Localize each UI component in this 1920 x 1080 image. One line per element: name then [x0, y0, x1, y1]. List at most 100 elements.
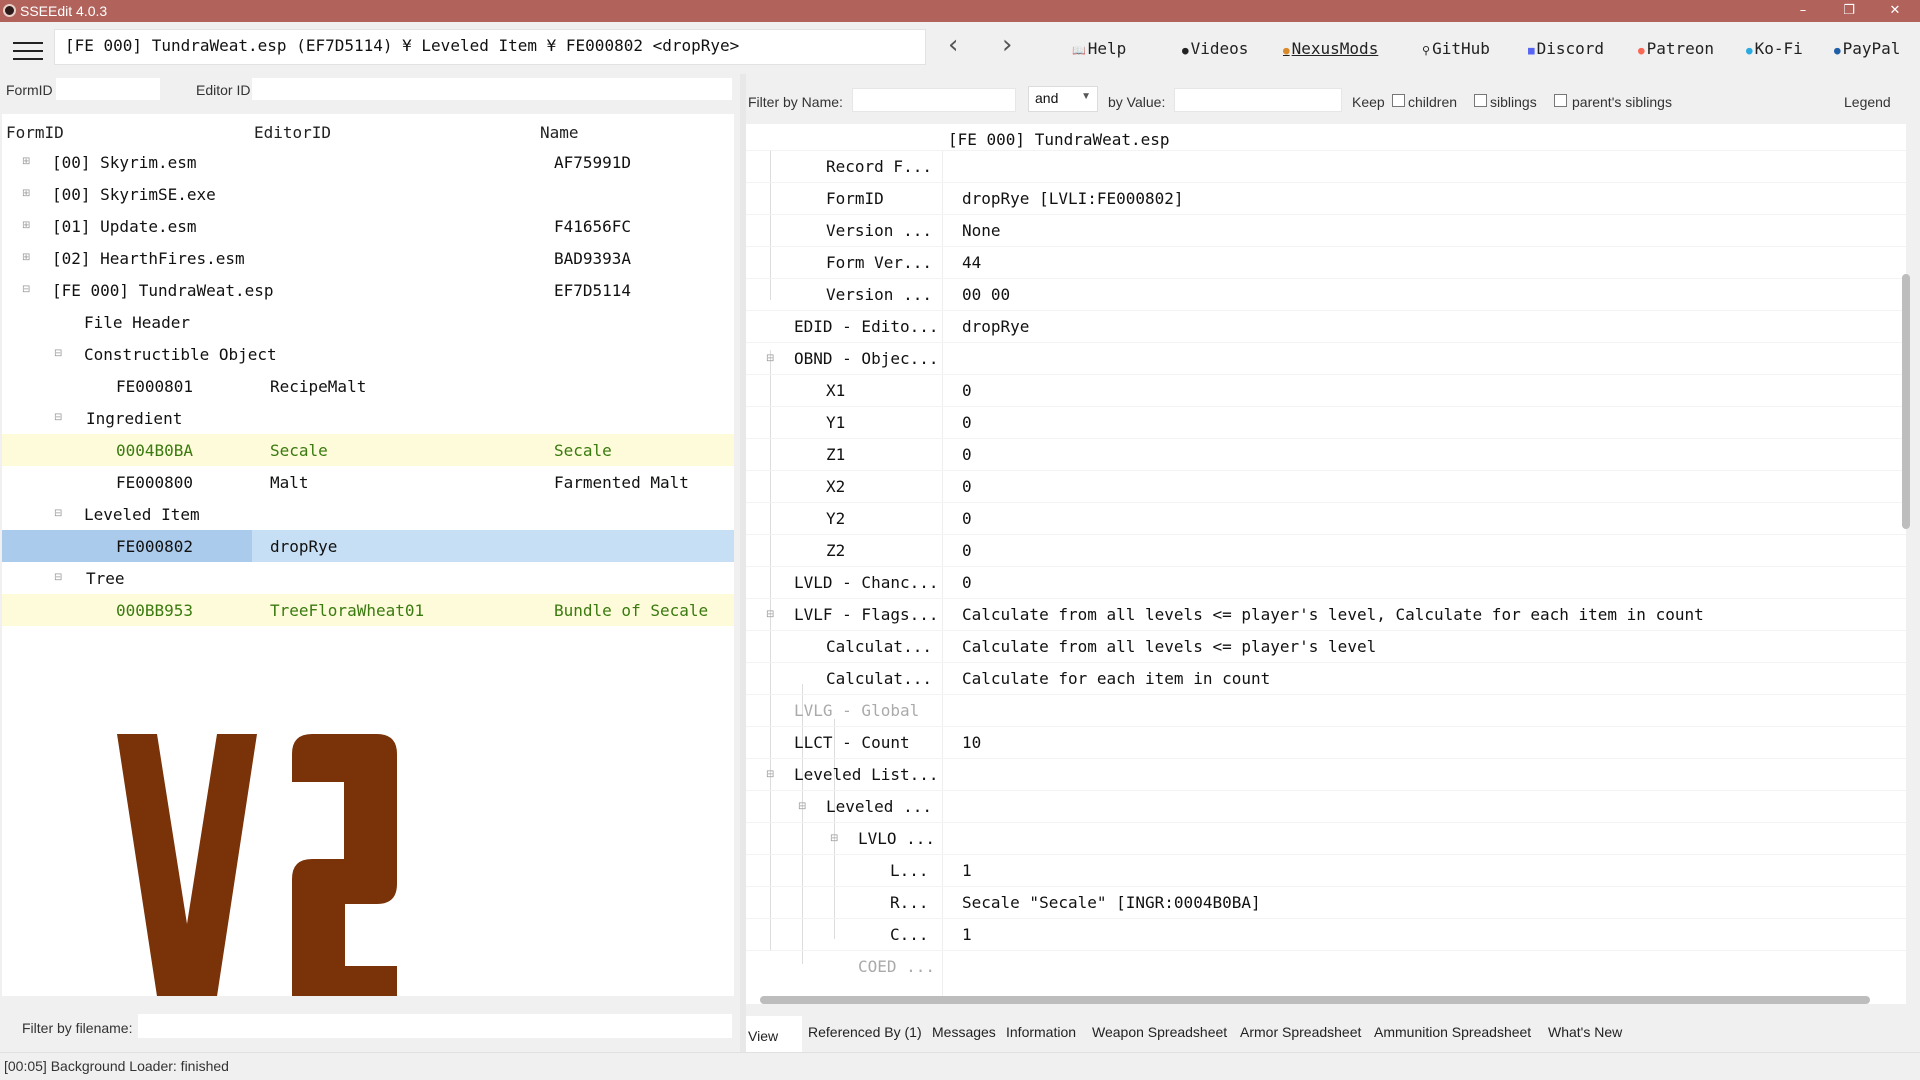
tab-whats-new[interactable]: What's New [1548, 1024, 1622, 1040]
field-row[interactable]: X2 0 [746, 470, 1906, 502]
v2-logo [117, 734, 397, 996]
discord-link[interactable]: ■ Discord [1528, 39, 1604, 58]
record-path-field[interactable]: [FE 000] TundraWeat.esp (EF7D5114) ¥ Lev… [54, 29, 926, 65]
field-row[interactable]: ⊟ Leveled ... [746, 790, 1906, 822]
expand-icon[interactable]: ⊞ [22, 156, 30, 167]
field-row[interactable]: Calculat... Calculate from all levels <=… [746, 630, 1906, 662]
field-row[interactable]: Record F... [746, 150, 1906, 182]
field-row[interactable]: Z1 0 [746, 438, 1906, 470]
back-arrow-icon[interactable]: ‹ [948, 32, 958, 58]
view-filter-bar: Filter by Name: and ▼ by Value: Keep chil… [746, 74, 1920, 124]
tab-weapon-spreadsheet[interactable]: Weapon Spreadsheet [1092, 1024, 1227, 1040]
field-row[interactable]: EDID - Edito... dropRye [746, 310, 1906, 342]
formid-filter-input[interactable] [56, 78, 160, 100]
field-row[interactable]: LLCT - Count 10 [746, 726, 1906, 758]
filter-logic-select[interactable]: and ▼ [1028, 86, 1098, 112]
field-row[interactable]: LVLG - Global [746, 694, 1906, 726]
tab-view[interactable]: View [748, 1028, 778, 1044]
tree-row[interactable]: FE000800 Malt Farmented Malt [2, 466, 734, 498]
hamburger-menu-icon[interactable] [13, 42, 43, 62]
editorid-filter-input[interactable] [252, 78, 732, 100]
help-link[interactable]: 📖 Help [1072, 39, 1126, 58]
column-name[interactable]: Name [540, 123, 579, 142]
collapse-icon[interactable]: ⊟ [766, 609, 774, 620]
field-row[interactable]: Y1 0 [746, 406, 1906, 438]
tree-row-selected[interactable]: FE000802 dropRye [2, 530, 734, 562]
nexusmods-link[interactable]: ● NexusMods [1283, 39, 1378, 58]
field-row[interactable]: L... 1 [746, 854, 1906, 886]
field-row[interactable]: COED ... [746, 950, 1906, 982]
tab-information[interactable]: Information [1006, 1024, 1076, 1040]
vertical-scrollbar[interactable] [1900, 124, 1910, 1004]
horizontal-scrollbar[interactable] [760, 996, 1870, 1004]
field-row[interactable]: Form Ver... 44 [746, 246, 1906, 278]
field-row[interactable]: C... 1 [746, 918, 1906, 950]
field-row[interactable]: Y2 0 [746, 502, 1906, 534]
patreon-link[interactable]: ● Patreon [1638, 39, 1714, 58]
tab-messages[interactable]: Messages [932, 1024, 996, 1040]
collapse-icon[interactable]: ⊟ [54, 412, 62, 423]
filter-by-value-input[interactable] [1174, 88, 1342, 112]
collapse-icon[interactable]: ⊟ [54, 508, 62, 519]
video-icon: ● [1182, 44, 1189, 57]
tree-row[interactable]: ⊟ Leveled Item [2, 498, 734, 530]
field-row[interactable]: ⊟ OBND - Objec... [746, 342, 1906, 374]
tree-row[interactable]: ⊞ [00] SkyrimSE.exe [2, 178, 734, 210]
tree-row[interactable]: FE000801 RecipeMalt [2, 370, 734, 402]
collapse-icon[interactable]: ⊟ [830, 833, 838, 844]
collapse-icon[interactable]: ⊟ [766, 353, 774, 364]
tree-row[interactable]: 0004B0BA Secale Secale [2, 434, 734, 466]
chevron-down-icon: ▼ [1081, 91, 1091, 102]
field-row[interactable]: ⊟ Leveled List... [746, 758, 1906, 790]
tree-row[interactable]: ⊟ [FE 000] TundraWeat.esp EF7D5114 [2, 274, 734, 306]
maximize-button[interactable]: ❐ [1826, 0, 1872, 22]
parents-siblings-checkbox[interactable] [1554, 94, 1567, 107]
children-label: children [1408, 94, 1458, 110]
field-row[interactable]: R... Secale "Secale" [INGR:0004B0BA] [746, 886, 1906, 918]
field-row[interactable]: ⊟ LVLF - Flags... Calculate from all lev… [746, 598, 1906, 630]
tab-ammunition-spreadsheet[interactable]: Ammunition Spreadsheet [1374, 1024, 1531, 1040]
tab-armor-spreadsheet[interactable]: Armor Spreadsheet [1240, 1024, 1361, 1040]
field-row[interactable]: LVLD - Chanc... 0 [746, 566, 1906, 598]
tree-row[interactable]: ⊞ [01] Update.esm F41656FC [2, 210, 734, 242]
close-button[interactable]: ✕ [1872, 0, 1918, 22]
field-row[interactable]: Version ... 00 00 [746, 278, 1906, 310]
tab-referenced-by[interactable]: Referenced By (1) [808, 1024, 922, 1040]
field-row[interactable]: Version ... None [746, 214, 1906, 246]
expand-icon[interactable]: ⊞ [22, 188, 30, 199]
filename-filter-input[interactable] [138, 1014, 732, 1038]
legend-button[interactable]: Legend [1844, 94, 1891, 110]
column-editorid[interactable]: EditorID [254, 123, 331, 142]
tree-row[interactable]: 000BB953 TreeFloraWheat01 Bundle of Seca… [2, 594, 734, 626]
field-row[interactable]: X1 0 [746, 374, 1906, 406]
expand-icon[interactable]: ⊞ [22, 220, 30, 231]
tree-row[interactable]: ⊞ [02] HearthFires.esm BAD9393A [2, 242, 734, 274]
field-row[interactable]: Calculat... Calculate for each item in c… [746, 662, 1906, 694]
tree-row[interactable]: ⊟ Ingredient [2, 402, 734, 434]
collapse-icon[interactable]: ⊟ [54, 348, 62, 359]
paypal-link[interactable]: ● PayPal [1834, 39, 1900, 58]
collapse-icon[interactable]: ⊟ [766, 769, 774, 780]
minimize-button[interactable]: – [1780, 0, 1826, 22]
github-link[interactable]: ⚲ GitHub [1422, 39, 1490, 58]
kofi-link[interactable]: ● Ko-Fi [1746, 39, 1803, 58]
column-formid[interactable]: FormID [6, 123, 64, 142]
expand-icon[interactable]: ⊞ [22, 252, 30, 263]
videos-link[interactable]: ● Videos [1182, 39, 1248, 58]
tree-row[interactable]: ⊟ Constructible Object [2, 338, 734, 370]
children-checkbox[interactable] [1392, 94, 1405, 107]
forward-arrow-icon[interactable]: › [1002, 32, 1012, 58]
record-view[interactable]: [FE 000] TundraWeat.esp Record F... Form… [746, 124, 1906, 1004]
collapse-icon[interactable]: ⊟ [22, 284, 30, 295]
siblings-checkbox[interactable] [1474, 94, 1487, 107]
field-row[interactable]: ⊟ LVLO ... [746, 822, 1906, 854]
collapse-icon[interactable]: ⊟ [798, 801, 806, 812]
tree-row[interactable]: ⊞ [00] Skyrim.esm AF75991D [2, 146, 734, 178]
collapse-icon[interactable]: ⊟ [54, 572, 62, 583]
field-row[interactable]: FormID dropRye [LVLI:FE000802] [746, 182, 1906, 214]
record-tree[interactable]: FormID EditorID Name ⊞ [00] Skyrim.esm A… [2, 114, 734, 996]
tree-row[interactable]: ⊟ Tree [2, 562, 734, 594]
tree-row[interactable]: File Header [2, 306, 734, 338]
filter-by-name-input[interactable] [852, 88, 1016, 112]
field-row[interactable]: Z2 0 [746, 534, 1906, 566]
